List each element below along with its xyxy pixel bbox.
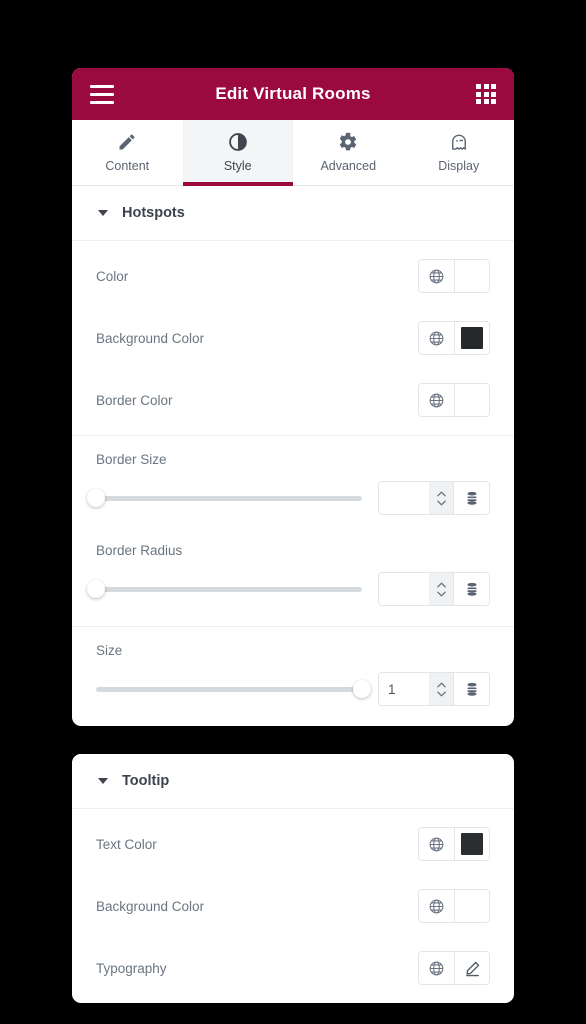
- tab-display-label: Display: [438, 159, 480, 173]
- hamburger-bar: [90, 92, 114, 96]
- hamburger-bar: [90, 84, 114, 88]
- ghost-icon: [449, 132, 469, 152]
- color-control: [418, 321, 490, 355]
- pencil-icon: [117, 132, 137, 152]
- up-down-chevrons-icon[interactable]: [429, 482, 453, 514]
- border-radius-slider[interactable]: [87, 580, 362, 598]
- titlebar: Edit Virtual Rooms: [72, 68, 514, 120]
- globe-icon[interactable]: [419, 384, 454, 416]
- hamburger-icon[interactable]: [90, 84, 114, 104]
- tab-content[interactable]: Content: [72, 120, 183, 185]
- tab-advanced-label: Advanced: [320, 159, 377, 173]
- control-group-tooltip: Text Color Background Color Typography: [72, 809, 514, 1003]
- color-control: [418, 383, 490, 417]
- control-row-size: Size 1: [72, 631, 514, 722]
- control-label: Border Size: [96, 452, 167, 467]
- border-size-slider[interactable]: [87, 489, 362, 507]
- slider-handle[interactable]: [87, 489, 105, 507]
- control-row-background-color: Background Color: [72, 307, 514, 369]
- control-group-size: Size 1: [72, 626, 514, 726]
- control-label: Border Color: [96, 392, 173, 408]
- globe-icon[interactable]: [419, 322, 454, 354]
- units-stack-icon[interactable]: [453, 482, 489, 514]
- size-input[interactable]: 1: [379, 673, 429, 705]
- border-radius-input[interactable]: [379, 573, 429, 605]
- size-slider[interactable]: [96, 680, 371, 698]
- control-row-typography: Typography: [72, 937, 514, 999]
- size-stepper: 1: [378, 672, 490, 706]
- caret-down-icon: [98, 778, 108, 784]
- tab-style-label: Style: [223, 159, 252, 173]
- control-group-colors: Color Background Color Border Color: [72, 241, 514, 435]
- color-swatch-button[interactable]: [454, 260, 489, 292]
- control-label: Background Color: [96, 898, 205, 914]
- section-title: Tooltip: [122, 773, 170, 789]
- up-down-chevrons-icon[interactable]: [429, 573, 453, 605]
- globe-icon[interactable]: [419, 260, 454, 292]
- control-group-borders: Border Size Border Radius: [72, 435, 514, 626]
- color-control: [418, 889, 490, 923]
- color-swatch-button[interactable]: [454, 828, 489, 860]
- color-swatch: [461, 265, 483, 287]
- tab-bar: Content Style Advanced Display: [72, 120, 514, 186]
- slider-track: [96, 586, 362, 592]
- typography-control: [418, 951, 490, 985]
- card-spacer: [72, 726, 514, 754]
- tab-display[interactable]: Display: [403, 120, 514, 185]
- contrast-icon: [228, 132, 248, 152]
- control-row-border-color: Border Color: [72, 369, 514, 431]
- globe-icon[interactable]: [419, 890, 454, 922]
- color-control: [418, 827, 490, 861]
- grid-apps-icon[interactable]: [476, 84, 496, 104]
- tab-style[interactable]: Style: [182, 120, 293, 186]
- globe-icon[interactable]: [419, 828, 454, 860]
- style-panel-card: Edit Virtual Rooms Content Style Advance…: [72, 68, 514, 726]
- color-swatch: [461, 389, 483, 411]
- page-title: Edit Virtual Rooms: [215, 84, 371, 103]
- tab-content-label: Content: [105, 159, 150, 173]
- color-control: [418, 259, 490, 293]
- control-label: Text Color: [96, 836, 157, 852]
- border-size-stepper: [378, 481, 490, 515]
- slider-handle[interactable]: [87, 580, 105, 598]
- color-swatch: [461, 327, 483, 349]
- tab-advanced[interactable]: Advanced: [293, 120, 404, 185]
- hamburger-bar: [90, 100, 114, 104]
- gear-icon: [338, 132, 358, 152]
- screen: Edit Virtual Rooms Content Style Advance…: [0, 0, 586, 1024]
- border-radius-stepper: [378, 572, 490, 606]
- control-row-background-color: Background Color: [72, 875, 514, 937]
- border-size-input[interactable]: [379, 482, 429, 514]
- control-row-text-color: Text Color: [72, 813, 514, 875]
- section-title: Hotspots: [122, 205, 185, 221]
- globe-icon[interactable]: [419, 952, 454, 984]
- pencil-edit-icon[interactable]: [454, 952, 489, 984]
- control-label: Border Radius: [96, 543, 183, 558]
- control-row-color: Color: [72, 245, 514, 307]
- color-swatch-button[interactable]: [454, 384, 489, 416]
- slider-track: [96, 686, 362, 692]
- section-header-tooltip[interactable]: Tooltip: [72, 754, 514, 809]
- slider-track: [96, 495, 362, 501]
- tooltip-panel-card: Tooltip Text Color Background Color Typo…: [72, 754, 514, 1003]
- color-swatch-button[interactable]: [454, 322, 489, 354]
- slider-handle[interactable]: [353, 680, 371, 698]
- section-header-hotspots[interactable]: Hotspots: [72, 186, 514, 241]
- units-stack-icon[interactable]: [453, 573, 489, 605]
- control-label: Typography: [96, 960, 167, 976]
- control-label: Background Color: [96, 330, 205, 346]
- color-swatch-button[interactable]: [454, 890, 489, 922]
- control-label: Size: [96, 643, 123, 658]
- units-stack-icon[interactable]: [453, 673, 489, 705]
- caret-down-icon: [98, 210, 108, 216]
- color-swatch: [461, 895, 483, 917]
- control-row-border-radius: Border Radius: [72, 531, 514, 622]
- control-row-border-size: Border Size: [72, 440, 514, 531]
- control-label: Color: [96, 268, 129, 284]
- up-down-chevrons-icon[interactable]: [429, 673, 453, 705]
- color-swatch: [461, 833, 483, 855]
